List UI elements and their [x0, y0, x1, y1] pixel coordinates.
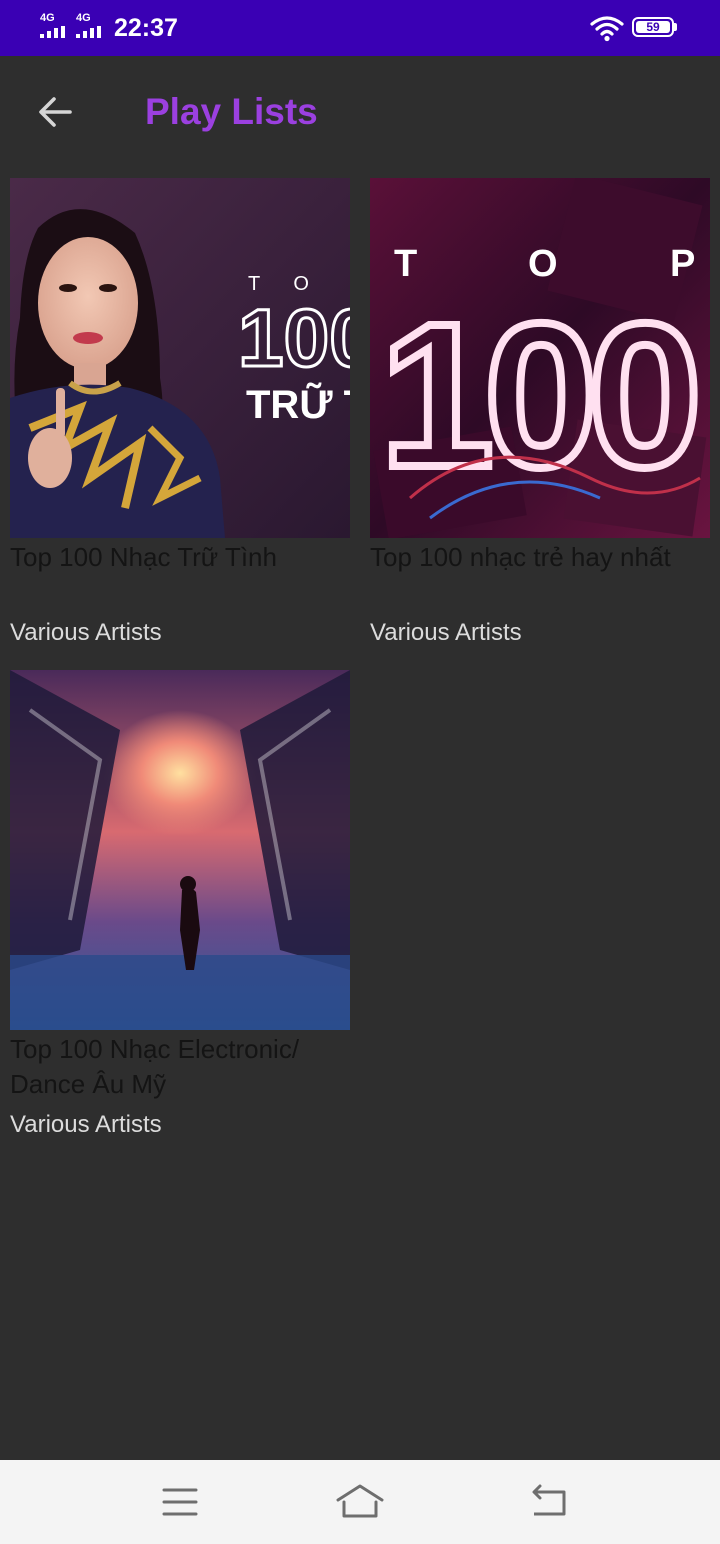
home-button[interactable] [332, 1478, 388, 1526]
cover-big-text: 100 [238, 293, 350, 384]
page-title: Play Lists [145, 91, 318, 132]
cover-sub-text: TRỮ T [246, 381, 350, 427]
playlist-card[interactable]: T O P 100 Top 100 nhạc trẻ hay nhất Vari… [370, 178, 710, 658]
cover-big-text: 100 [380, 281, 694, 510]
playlist-card[interactable]: T O 100 TRỮ T Top 100 Nhạc Trữ Tình Vari… [10, 178, 350, 658]
status-bar: 4G 4G 22:37 59 [0, 0, 720, 56]
playlist-cover: T O P 100 [370, 178, 710, 538]
home-icon [336, 1484, 384, 1518]
back-button[interactable] [30, 92, 82, 132]
clock: 22:37 [114, 14, 178, 42]
playlist-artist: Various Artists [370, 619, 522, 646]
playlist-card[interactable]: Top 100 Nhạc Electronic/ Dance Âu Mỹ Var… [10, 670, 350, 1150]
playlist-title[interactable]: Top 100 nhạc trẻ hay nhất [370, 540, 715, 575]
playlist-artist: Various Artists [10, 619, 162, 646]
back-icon [532, 1484, 566, 1516]
playlist-cover: T O 100 TRỮ T [10, 178, 350, 538]
system-back-button[interactable] [520, 1478, 576, 1526]
playlist-cover [10, 670, 350, 1030]
arrow-left-icon [39, 97, 72, 127]
wifi-icon [590, 16, 624, 42]
battery-icon: 59 [632, 17, 677, 39]
battery-level: 59 [636, 21, 670, 33]
app-bar: Play Lists [0, 56, 720, 168]
menu-button[interactable] [152, 1478, 208, 1526]
playlist-artist: Various Artists [10, 1111, 162, 1138]
signal-icon: 4G [76, 12, 110, 40]
navigation-bar [0, 1460, 720, 1544]
network-type: 4G [40, 12, 55, 24]
menu-icon [162, 1488, 198, 1516]
playlist-title[interactable]: Top 100 Nhạc Electronic/ Dance Âu Mỹ [10, 1032, 355, 1102]
cover-letter: T [394, 243, 417, 285]
cover-small-text: T O [248, 273, 323, 295]
cover-letter: P [670, 243, 695, 285]
signal-icon: 4G [40, 12, 74, 40]
cover-letter: O [528, 243, 558, 285]
network-type: 4G [76, 12, 91, 24]
playlist-title[interactable]: Top 100 Nhạc Trữ Tình [10, 540, 355, 575]
